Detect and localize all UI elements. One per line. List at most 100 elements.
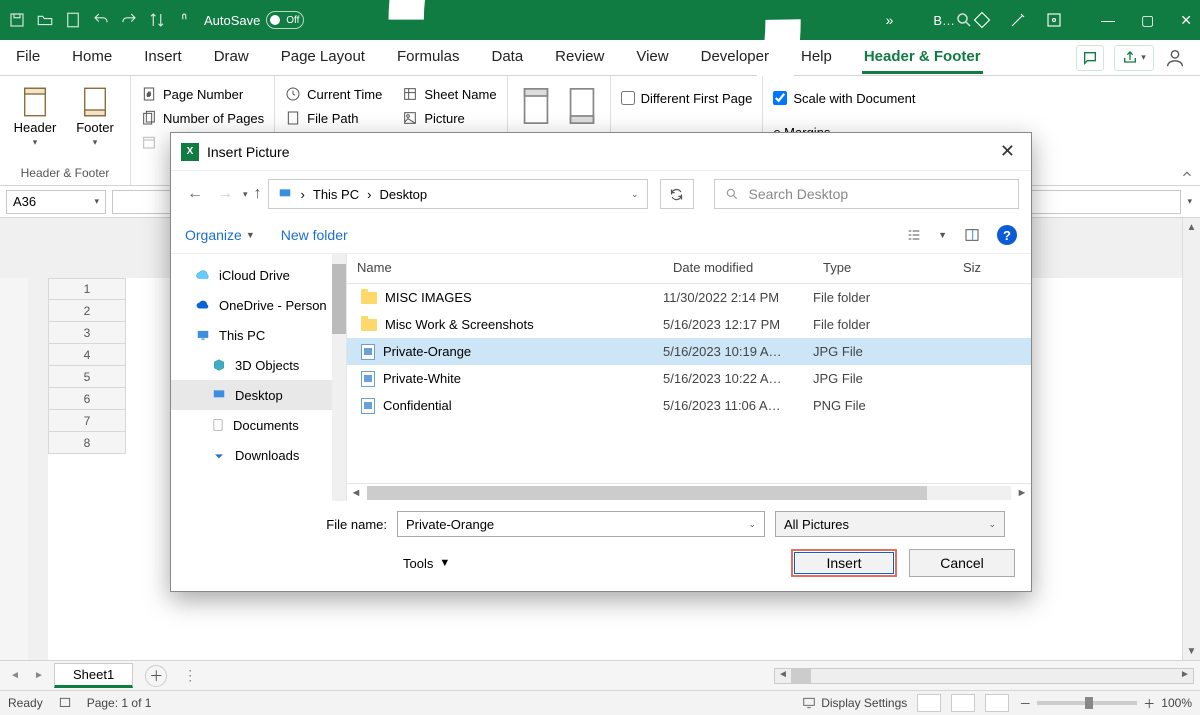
file-row[interactable]: Misc Work & Screenshots5/16/2023 12:17 P… [347,311,1031,338]
tell-me-search[interactable] [955,11,973,29]
scale-with-document-checkbox[interactable]: Scale with Document [773,86,915,110]
tab-page-layout[interactable]: Page Layout [279,42,367,74]
tree-node-documents[interactable]: Documents [171,410,346,440]
organize-dropdown[interactable]: Organize ▼ [185,227,255,243]
filter-combo[interactable]: All Pictures⌄ [775,511,1005,537]
sheet-name-button[interactable]: Sheet Name [402,82,496,106]
goto-header-icon[interactable] [518,86,554,126]
account-icon[interactable] [1164,47,1186,69]
name-box[interactable]: A36▾ [6,190,106,214]
list-scroll-left-icon[interactable]: ◄ [347,487,365,499]
preview-pane-button[interactable] [961,227,983,243]
scroll-down-icon[interactable]: ▼ [1183,642,1200,660]
touch-icon[interactable] [176,11,194,29]
tree-node-this-pc[interactable]: This PC [171,320,346,350]
wand-icon[interactable] [1009,11,1027,29]
tree-node-icloud-drive[interactable]: iCloud Drive [171,260,346,290]
different-first-page-checkbox[interactable]: Different First Page [621,86,753,110]
page-number-button[interactable]: #Page Number [141,82,264,106]
list-scroll-right-icon[interactable]: ► [1013,487,1031,499]
tab-review[interactable]: Review [553,42,606,74]
tab-developer[interactable]: Developer [699,42,771,74]
zoom-in-icon[interactable]: ＋ [1143,695,1155,712]
tree-node-onedrive-person[interactable]: OneDrive - Person [171,290,346,320]
maximize-button[interactable]: ▢ [1141,12,1154,29]
vertical-scrollbar[interactable]: ▲ ▼ [1182,218,1200,660]
tab-file[interactable]: File [14,42,42,74]
row-header[interactable]: 8 [48,432,126,454]
add-sheet-button[interactable]: ＋ [145,665,167,687]
tree-node-desktop[interactable]: Desktop [171,380,346,410]
address-bar[interactable]: ›This PC›Desktop ⌄ [268,179,648,209]
file-row[interactable]: Confidential5/16/2023 11:06 A…PNG File [347,392,1031,419]
view-options-button[interactable] [904,227,924,243]
nav-forward-button[interactable]: → [213,185,237,203]
row-header[interactable]: 7 [48,410,126,432]
column-size[interactable]: Siz [953,254,1031,283]
row-header[interactable]: 2 [48,300,126,322]
file-row[interactable]: Private-White5/16/2023 10:22 A…JPG File [347,365,1031,392]
zoom-slider[interactable] [1037,701,1137,705]
box-icon[interactable] [1045,11,1063,29]
number-of-pages-button[interactable]: Number of Pages [141,106,264,130]
nav-back-button[interactable]: ← [183,185,207,203]
scroll-up-icon[interactable]: ▲ [1183,218,1200,236]
header-button[interactable]: Header▾ [10,82,60,148]
file-path-button[interactable]: File Path [285,106,382,130]
file-row[interactable]: Private-Orange5/16/2023 10:19 A…JPG File [347,338,1031,365]
list-hscrollbar[interactable]: ◄ ► [347,483,1031,501]
hscroll-right-icon[interactable]: ► [1177,669,1193,683]
diamond-icon[interactable] [973,11,991,29]
comments-button[interactable] [1076,45,1104,71]
current-time-button[interactable]: Current Time [285,82,382,106]
undo-icon[interactable] [92,11,110,29]
tab-view[interactable]: View [634,42,670,74]
save-icon[interactable] [8,11,26,29]
sort-icon[interactable] [148,11,166,29]
picture-button[interactable]: Picture [402,106,496,130]
tab-draw[interactable]: Draw [212,42,251,74]
open-icon[interactable] [36,11,54,29]
help-button[interactable]: ? [997,225,1017,245]
minimize-button[interactable]: — [1101,12,1115,29]
filename-combo[interactable]: Private-Orange⌄ [397,511,765,537]
row-header[interactable]: 1 [48,278,126,300]
insert-button[interactable]: Insert [791,549,897,577]
macro-icon[interactable] [57,696,73,710]
search-box[interactable]: Search Desktop [714,179,1019,209]
dialog-close-button[interactable]: ✕ [994,139,1021,164]
tab-insert[interactable]: Insert [142,42,184,74]
tab-formulas[interactable]: Formulas [395,42,462,74]
tab-help[interactable]: Help [799,42,834,74]
column-name[interactable]: Name [347,254,663,283]
row-header[interactable]: 5 [48,366,126,388]
tree-scrollbar[interactable] [332,254,346,501]
view-dropdown-icon[interactable]: ▼ [938,230,947,240]
zoom-out-icon[interactable]: － [1019,695,1031,712]
new-icon[interactable] [64,11,82,29]
share-button[interactable]: ▾ [1114,45,1154,71]
tools-dropdown[interactable]: Tools ▼ [403,556,450,571]
close-button[interactable]: ✕ [1180,12,1192,29]
tree-node-downloads[interactable]: Downloads [171,440,346,470]
new-folder-button[interactable]: New folder [281,227,348,243]
file-row[interactable]: MISC IMAGES11/30/2022 2:14 PMFile folder [347,284,1031,311]
tab-home[interactable]: Home [70,42,114,74]
expand-formula-icon[interactable]: ▾ [1187,196,1192,207]
hscroll-left-icon[interactable]: ◄ [775,669,791,683]
normal-view-button[interactable] [917,694,941,712]
tab-nav-prev[interactable]: ◄ [6,670,24,681]
goto-footer-icon[interactable] [564,86,600,126]
qat-more[interactable]: » [886,12,894,28]
refresh-button[interactable] [660,179,694,209]
cancel-button[interactable]: Cancel [909,549,1015,577]
horizontal-scrollbar[interactable]: ◄ ► [774,668,1194,684]
row-header[interactable]: 4 [48,344,126,366]
redo-icon[interactable] [120,11,138,29]
path-dropdown-icon[interactable]: ⌄ [631,189,639,200]
page-break-view-button[interactable] [985,694,1009,712]
autosave-toggle[interactable]: AutoSave Off [204,11,304,29]
nav-history-dropdown[interactable]: ▾ [243,189,248,200]
page-layout-view-button[interactable] [951,694,975,712]
nav-up-button[interactable]: ↑ [254,185,262,203]
